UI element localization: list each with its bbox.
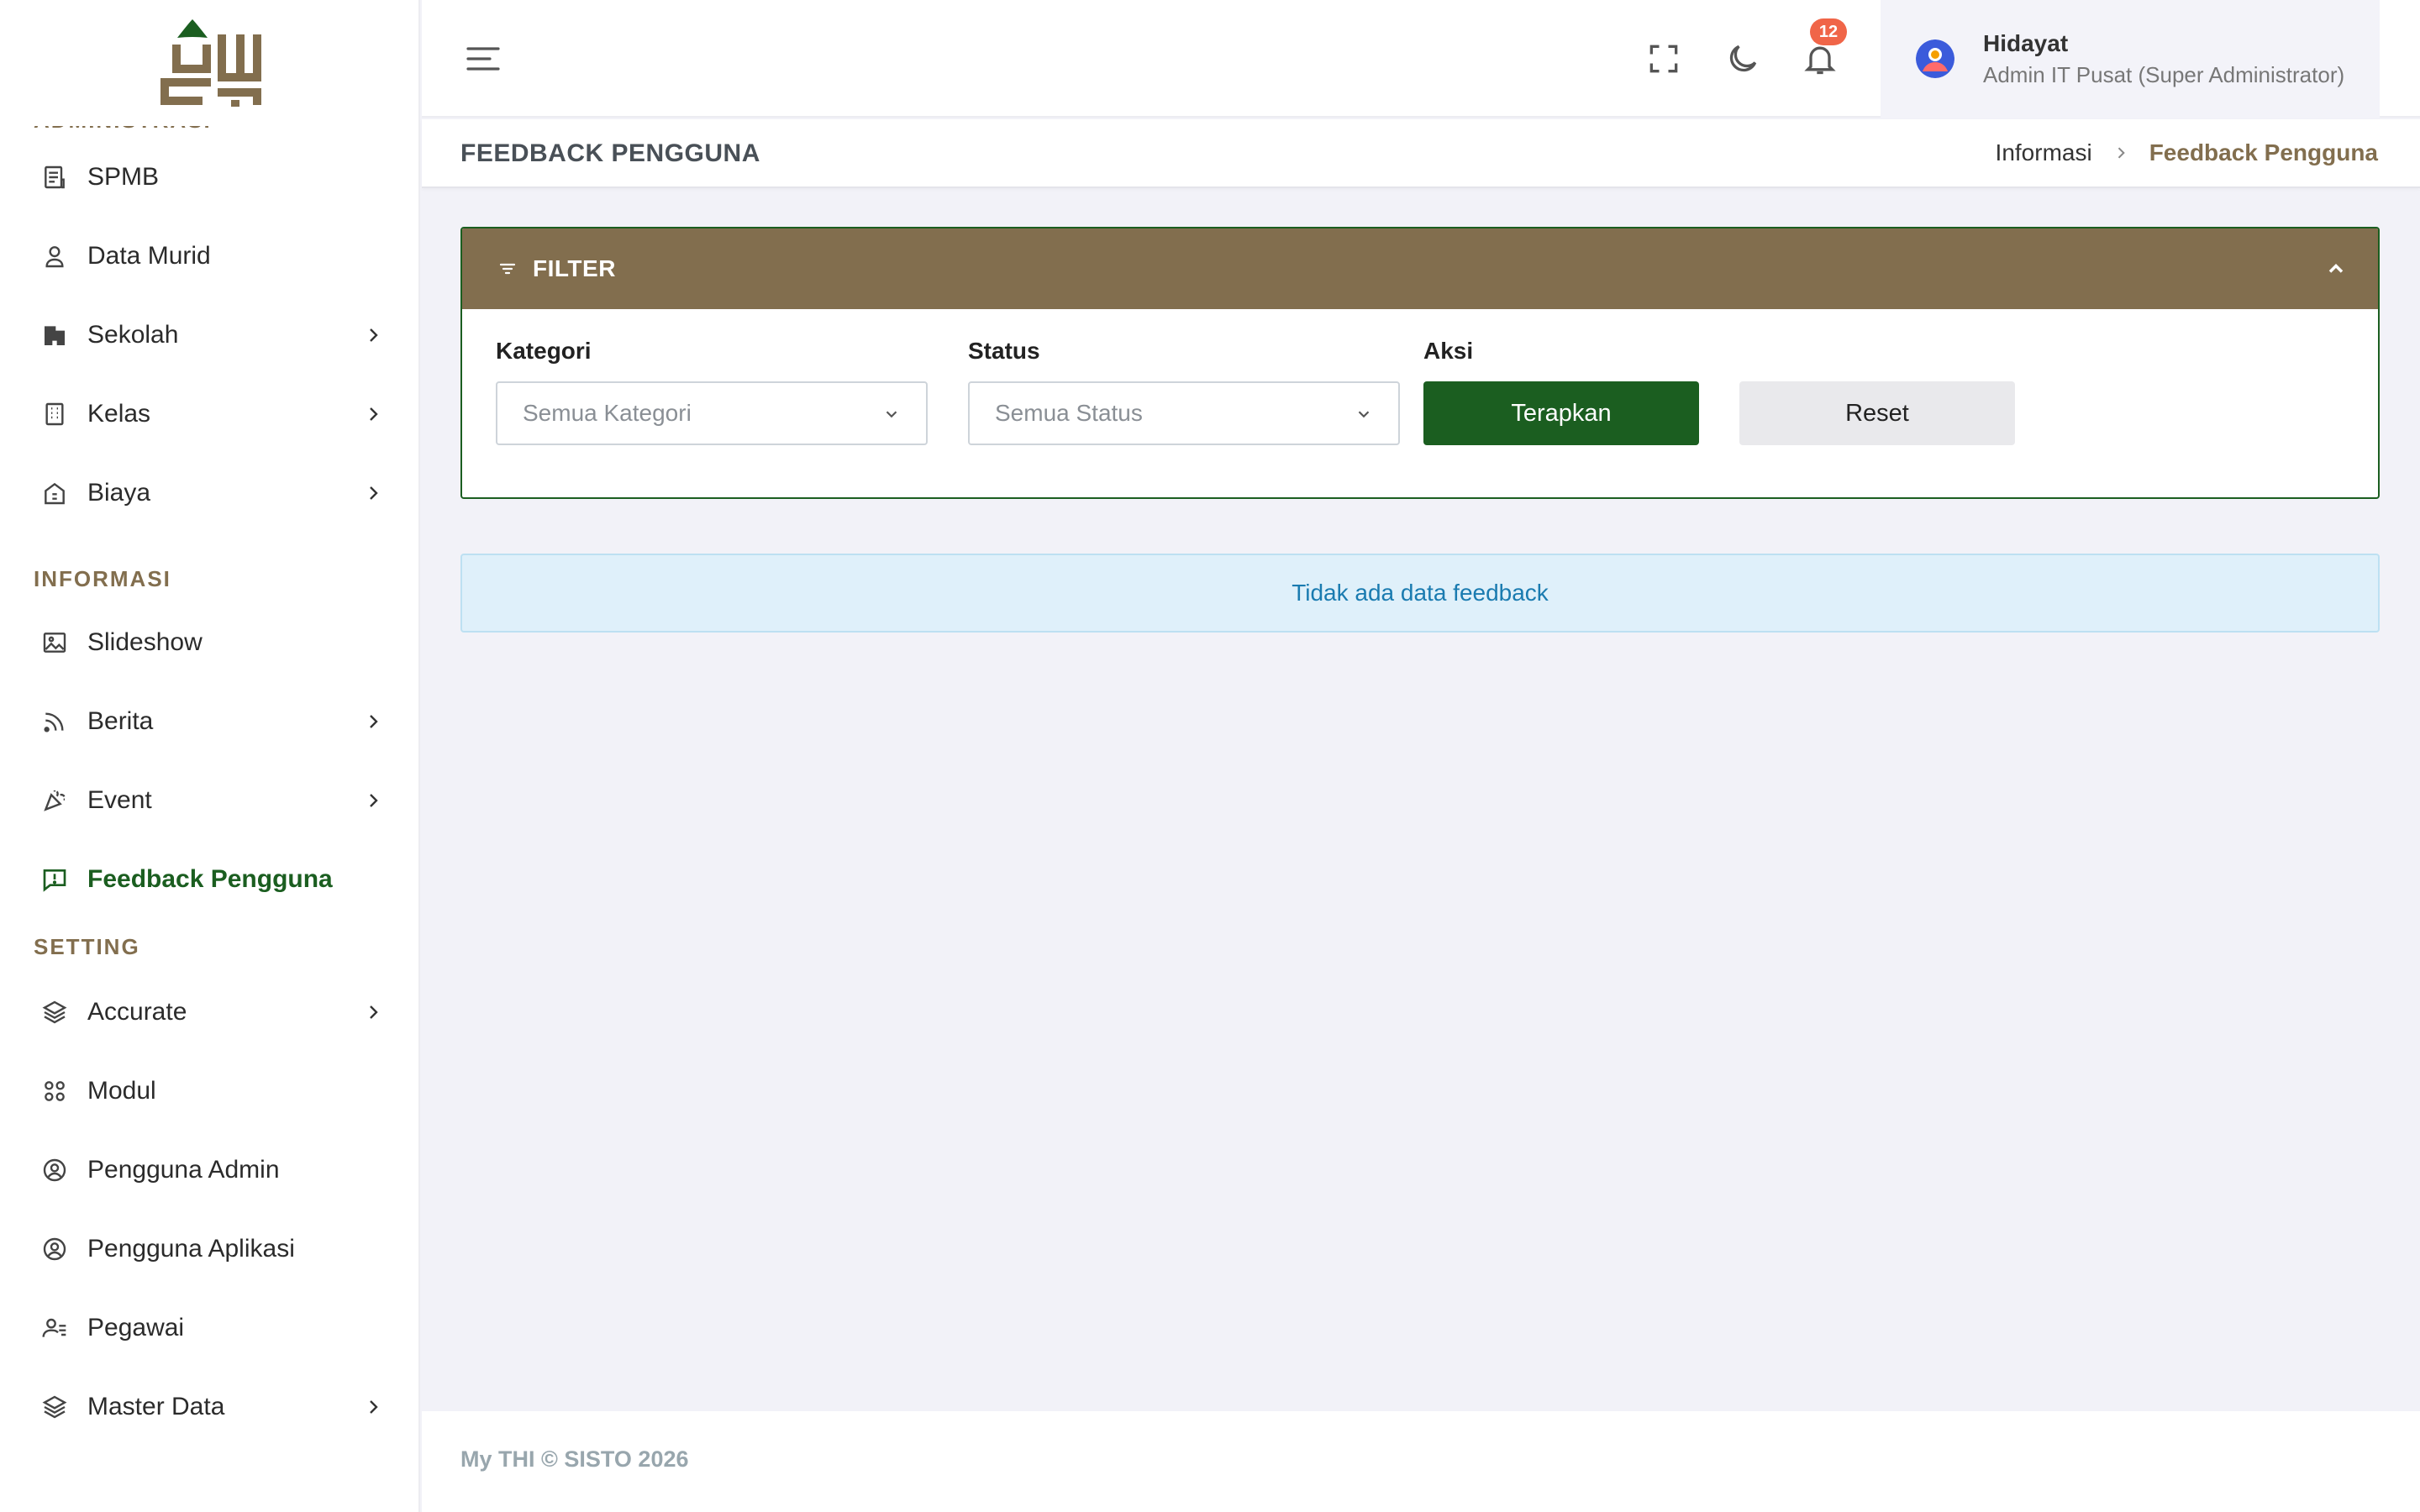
filter-icon <box>499 263 516 275</box>
sidebar: ADMINISTRASI SPMB Data Murid Sekolah <box>0 0 420 1512</box>
party-icon <box>39 785 71 816</box>
kategori-select-value: Semua Kategori <box>523 400 692 426</box>
chevron-right-icon <box>370 328 378 342</box>
sidebar-item-data-murid[interactable]: Data Murid <box>0 217 418 296</box>
filter-card-header[interactable]: FILTER <box>462 228 2378 309</box>
sidebar-item-label: Feedback Pengguna <box>87 865 333 893</box>
chevron-right-icon <box>2118 147 2125 159</box>
sidebar-item-pegawai[interactable]: Pegawai <box>0 1289 418 1368</box>
sidebar-item-event[interactable]: Event <box>0 761 418 840</box>
breadcrumb: Informasi Feedback Pengguna <box>1996 139 2378 166</box>
user-circle-icon <box>39 1154 71 1186</box>
layers-icon <box>39 996 71 1028</box>
page-title-bar: FEEDBACK PENGGUNA Informasi Feedback Pen… <box>422 119 2420 188</box>
bell-icon[interactable] <box>1802 40 1839 77</box>
sidebar-item-biaya[interactable]: Biaya <box>0 454 418 533</box>
sidebar-item-pengguna-admin[interactable]: Pengguna Admin <box>0 1131 418 1210</box>
status-field: Status Semua Status <box>968 338 1400 445</box>
empty-state-alert: Tidak ada data feedback <box>460 554 2380 633</box>
breadcrumb-current: Feedback Pengguna <box>2149 139 2378 165</box>
sidebar-item-label: Master Data <box>87 1393 225 1420</box>
status-select-value: Semua Status <box>995 400 1143 426</box>
section-label-setting: SETTING <box>34 933 140 959</box>
sidebar-item-label: Slideshow <box>87 628 203 656</box>
section-label-informasi: INFORMASI <box>34 565 171 591</box>
chevron-right-icon <box>370 1400 378 1414</box>
brand-logo-icon <box>160 19 261 107</box>
sidebar-item-label: Kelas <box>87 400 151 428</box>
classroom-icon <box>39 398 71 430</box>
sidebar-item-pengguna-aplikasi[interactable]: Pengguna Aplikasi <box>0 1210 418 1289</box>
user-list-icon <box>39 1312 71 1344</box>
apps-icon <box>39 1075 71 1107</box>
chevron-right-icon <box>370 407 378 421</box>
chevron-right-icon <box>370 486 378 500</box>
chevron-down-icon <box>1358 411 1370 418</box>
image-icon <box>39 627 71 659</box>
filter-title: FILTER <box>533 255 616 281</box>
sidebar-item-label: SPMB <box>87 163 160 191</box>
topbar: 12 Hidayat Admin IT Pusat (Super Adminis… <box>422 0 2420 118</box>
sidebar-item-label: Berita <box>87 707 154 735</box>
user-icon <box>39 240 71 272</box>
kategori-label: Kategori <box>496 338 592 364</box>
rss-icon <box>39 706 71 738</box>
sidebar-item-label: Pengguna Aplikasi <box>87 1235 295 1263</box>
page-title: FEEDBACK PENGGUNA <box>460 139 760 167</box>
fullscreen-icon[interactable] <box>1645 40 1682 77</box>
breadcrumb-parent[interactable]: Informasi <box>1996 139 2092 166</box>
status-label: Status <box>968 338 1040 364</box>
aksi-label: Aksi <box>1423 338 1474 364</box>
reset-button[interactable]: Reset <box>1739 381 2015 445</box>
aksi-field: Aksi <box>1423 338 1473 366</box>
building-icon <box>39 319 71 351</box>
avatar <box>1916 39 1954 78</box>
sidebar-item-label: Pengguna Admin <box>87 1156 280 1184</box>
sidebar-item-slideshow[interactable]: Slideshow <box>0 603 418 682</box>
user-menu[interactable]: Hidayat Admin IT Pusat (Super Administra… <box>1881 0 2380 118</box>
chevron-right-icon <box>370 715 378 728</box>
sidebar-nav: ADMINISTRASI SPMB Data Murid Sekolah <box>0 108 418 1446</box>
footer-text: My THI © SISTO 2026 <box>460 1446 689 1472</box>
sidebar-item-spmb[interactable]: SPMB <box>0 138 418 217</box>
user-name: Hidayat <box>1983 29 2069 56</box>
kategori-select[interactable]: Semua Kategori <box>496 381 928 445</box>
sidebar-item-berita[interactable]: Berita <box>0 682 418 761</box>
sidebar-item-sekolah[interactable]: Sekolah <box>0 296 418 375</box>
sidebar-item-master-data[interactable]: Master Data <box>0 1368 418 1446</box>
sidebar-item-modul[interactable]: Modul <box>0 1052 418 1131</box>
status-select[interactable]: Semua Status <box>968 381 1400 445</box>
moon-icon[interactable] <box>1724 40 1761 77</box>
apply-button[interactable]: Terapkan <box>1423 381 1699 445</box>
logo[interactable] <box>0 0 418 126</box>
sidebar-item-feedback[interactable]: Feedback Pengguna <box>0 840 418 919</box>
home-money-icon <box>39 477 71 509</box>
footer: My THI © SISTO 2026 <box>422 1411 2420 1512</box>
notification-badge: 12 <box>1810 18 1847 45</box>
sidebar-item-label: Event <box>87 786 152 814</box>
chevron-up-icon[interactable] <box>2324 257 2348 281</box>
document-icon <box>39 161 71 193</box>
sidebar-item-label: Data Murid <box>87 242 211 270</box>
chevron-right-icon <box>370 1005 378 1019</box>
chevron-down-icon <box>886 411 897 418</box>
sidebar-item-label: Accurate <box>87 998 187 1026</box>
feedback-icon <box>39 864 71 895</box>
hamburger-menu-icon[interactable] <box>466 42 501 76</box>
user-role: Admin IT Pusat (Super Administrator) <box>1983 61 2345 87</box>
layers-icon <box>39 1391 71 1423</box>
chevron-right-icon <box>370 794 378 807</box>
sidebar-item-label: Pegawai <box>87 1314 185 1341</box>
kategori-field: Kategori Semua Kategori <box>496 338 928 445</box>
sidebar-item-accurate[interactable]: Accurate <box>0 973 418 1052</box>
filter-card: FILTER Kategori Semua Kategori Status Se… <box>460 227 2380 499</box>
sidebar-item-label: Sekolah <box>87 321 179 349</box>
user-circle-icon <box>39 1233 71 1265</box>
sidebar-item-kelas[interactable]: Kelas <box>0 375 418 454</box>
sidebar-item-label: Modul <box>87 1077 156 1105</box>
sidebar-item-label: Biaya <box>87 479 151 507</box>
